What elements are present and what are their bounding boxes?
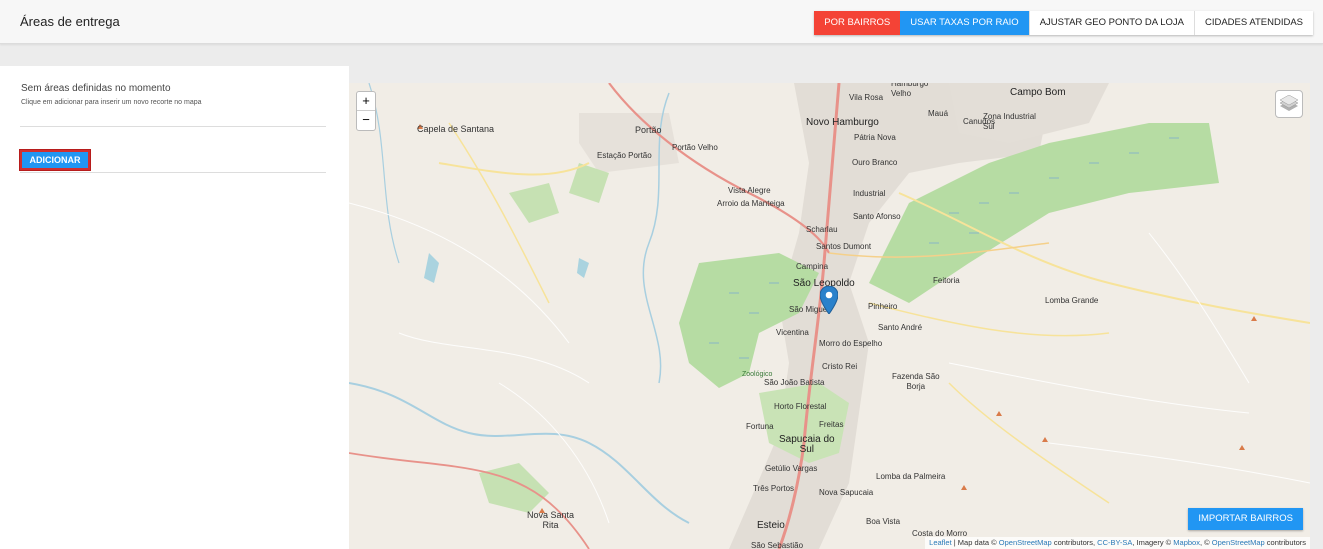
layers-icon (1279, 95, 1299, 111)
map-label: Industrial (853, 189, 886, 198)
map-label: Vista Alegre (728, 186, 771, 195)
page-title: Áreas de entrega (20, 14, 120, 29)
zoom-control: + − (356, 91, 376, 131)
map-label: Santo Afonso (853, 212, 901, 221)
map-label: Nova Santa Rita (527, 510, 575, 530)
map-label: Esteio (757, 520, 785, 531)
map-label: Nova Sapucaia (819, 488, 874, 497)
map-label: Feitoria (933, 276, 960, 285)
attribution-text: , Imagery © (1132, 538, 1174, 547)
divider (20, 172, 326, 173)
map-label: Vila Rosa (849, 93, 884, 102)
map-label: Santo André (878, 323, 923, 332)
map-label: Fazenda São Borja (892, 372, 940, 391)
zoom-in-button[interactable]: + (357, 92, 375, 111)
header-actions: POR BAIRROS USAR TAXAS POR RAIO AJUSTAR … (814, 11, 1313, 35)
map-attribution: Leaflet | Map data © OpenStreetMap contr… (925, 537, 1310, 549)
empty-state-subtitle: Clique em adicionar para inserir um novo… (21, 99, 202, 106)
map-label: Sapucaia do Sul (779, 434, 835, 455)
attribution-text: , © (1199, 538, 1212, 547)
map-label: Morro do Espelho (819, 339, 883, 348)
panel-gap (326, 66, 349, 549)
map-view[interactable]: Hamburgo Velho Campo Bom Vila Rosa Mauá … (349, 83, 1310, 549)
map-label: Novo Hamburgo (806, 117, 879, 128)
import-bairros-button[interactable]: IMPORTAR BAIRROS (1188, 508, 1303, 530)
leaflet-link[interactable]: Leaflet (929, 538, 952, 547)
divider (20, 126, 326, 127)
map-label: Boa Vista (866, 517, 901, 526)
ajustar-geo-ponto-button[interactable]: AJUSTAR GEO PONTO DA LOJA (1028, 11, 1194, 35)
map-label: Cristo Rei (822, 362, 858, 371)
map-label: Arroio da Manteiga (717, 199, 785, 208)
store-location-marker-icon[interactable] (820, 286, 838, 314)
map-label: Hamburgo Velho (891, 83, 929, 98)
map-label: Getúlio Vargas (765, 464, 818, 473)
map-label: Horto Florestal (774, 402, 827, 411)
map-label: São Sebastião (751, 541, 804, 549)
map-label: Portão Velho (672, 143, 718, 152)
map-label: Lomba da Palmeira (876, 472, 946, 481)
zoom-out-button[interactable]: − (357, 111, 375, 130)
top-bar: Áreas de entrega POR BAIRROS USAR TAXAS … (0, 0, 1323, 44)
layers-control[interactable] (1275, 90, 1303, 118)
map-label: Pátria Nova (854, 133, 896, 142)
map-label: Capela de Santana (417, 124, 495, 134)
map-label: Mauá (928, 109, 949, 118)
osm-link[interactable]: OpenStreetMap (999, 538, 1052, 547)
map-label: Ouro Branco (852, 158, 898, 167)
osm-link[interactable]: OpenStreetMap (1212, 538, 1265, 547)
add-area-button[interactable]: ADICIONAR (19, 149, 91, 171)
map-label: Lomba Grande (1045, 296, 1099, 305)
map-label: Portão (635, 125, 662, 135)
empty-state-title: Sem áreas definidas no momento (21, 83, 171, 94)
map-label: Freitas (819, 420, 844, 429)
cc-by-sa-link[interactable]: CC-BY-SA (1097, 538, 1132, 547)
map-label: Vicentina (776, 328, 809, 337)
map-label: Pinheiro (868, 302, 898, 311)
map-label: Santos Dumont (816, 242, 872, 251)
map-label: Três Portos (753, 484, 795, 493)
map-label: Campina (796, 262, 829, 271)
mapbox-link[interactable]: Mapbox (1173, 538, 1200, 547)
cidades-atendidas-button[interactable]: CIDADES ATENDIDAS (1193, 11, 1313, 35)
attribution-text: contributors, (1051, 538, 1098, 547)
map-label: São João Batista (764, 378, 825, 387)
map-label: Campo Bom (1010, 87, 1066, 98)
map-label: Zona Industrial Sul (983, 112, 1036, 131)
attribution-text: | Map data © (951, 538, 999, 547)
map-label: Estação Portão (597, 151, 652, 160)
por-bairros-button[interactable]: POR BAIRROS (814, 11, 901, 35)
map-label: Scharlau (806, 225, 838, 234)
areas-sidebar: Sem áreas definidas no momento Clique em… (0, 66, 349, 549)
map-tiles (349, 83, 1310, 549)
map-label: Fortuna (746, 422, 774, 431)
attribution-text: contributors (1264, 538, 1306, 547)
usar-taxas-por-raio-button[interactable]: USAR TAXAS POR RAIO (900, 11, 1029, 35)
